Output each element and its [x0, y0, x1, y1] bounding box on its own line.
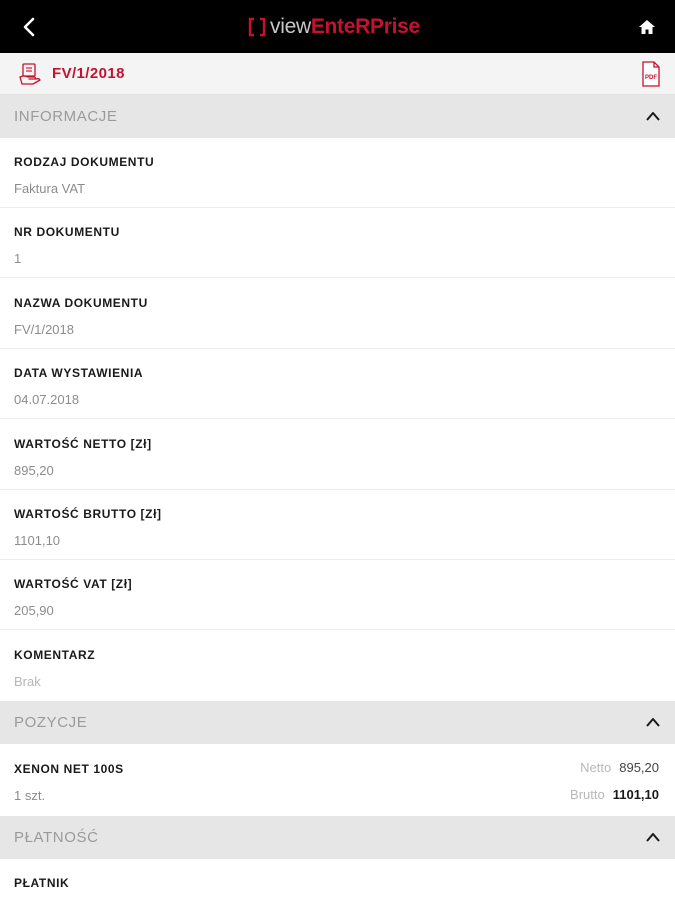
position-quantity: 1 szt. [14, 788, 46, 803]
field-label: DATA WYSTAWIENIA [14, 366, 144, 380]
back-button[interactable] [14, 12, 44, 42]
position-brutto: Brutto 1101,10 [570, 787, 659, 802]
section-pozycje-header[interactable]: POZYCJE [0, 701, 675, 744]
field-value: 1 [14, 251, 22, 266]
field-document-type: RODZAJ DOKUMENTU Faktura VAT [0, 138, 675, 208]
section-platnosc-header[interactable]: PŁATNOŚĆ [0, 816, 675, 859]
brutto-value: 1101,10 [612, 787, 659, 802]
section-title: PŁATNOŚĆ [14, 829, 99, 846]
field-gross-value: WARTOŚĆ BRUTTO [Zł] 1101,10 [0, 490, 675, 560]
document-header: FV/1/2018 PDF [0, 53, 675, 95]
document-hand-icon [19, 63, 41, 85]
svg-text:PDF: PDF [645, 75, 657, 81]
top-app-bar: view EnteRPrise [0, 0, 675, 53]
position-name: XENON NET 100S [14, 762, 124, 776]
home-icon [639, 20, 655, 34]
field-comment: KOMENTARZ Brak [0, 631, 675, 701]
field-label: WARTOŚĆ NETTO [Zł] [14, 437, 152, 451]
chevron-left-icon [23, 17, 35, 37]
netto-value: 895,20 [619, 760, 659, 775]
chevron-up-icon [646, 718, 660, 727]
field-value: 895,20 [14, 463, 54, 478]
field-payer: PŁATNIK [0, 859, 675, 900]
field-vat-value: WARTOŚĆ VAT [Zł] 205,90 [0, 560, 675, 630]
field-value: Faktura VAT [14, 181, 86, 196]
chevron-up-icon [646, 112, 660, 121]
field-label: WARTOŚĆ VAT [Zł] [14, 577, 133, 591]
field-net-value: WARTOŚĆ NETTO [Zł] 895,20 [0, 420, 675, 490]
field-label: NR DOKUMENTU [14, 225, 120, 239]
field-value: 04.07.2018 [14, 392, 80, 407]
field-value: 1101,10 [14, 533, 61, 548]
field-document-name: NAZWA DOKUMENTU FV/1/2018 [0, 279, 675, 349]
section-title: INFORMACJE [14, 108, 118, 125]
field-value: 205,90 [14, 603, 54, 618]
field-value: FV/1/2018 [14, 322, 74, 337]
field-document-number: NR DOKUMENTU 1 [0, 208, 675, 278]
field-label: PŁATNIK [14, 876, 70, 890]
logo-bracket-icon [248, 17, 266, 37]
netto-label: Netto [580, 760, 612, 775]
section-title: POZYCJE [14, 714, 88, 731]
section-informacje-header[interactable]: INFORMACJE [0, 95, 675, 138]
field-label: RODZAJ DOKUMENTU [14, 155, 155, 169]
home-button[interactable] [633, 13, 661, 41]
field-issue-date: DATA WYSTAWIENIA 04.07.2018 [0, 349, 675, 419]
field-value: Brak [14, 674, 41, 689]
field-label: KOMENTARZ [14, 648, 96, 662]
app-logo: view EnteRPrise [248, 13, 420, 41]
position-netto: Netto 895,20 [580, 760, 659, 775]
pdf-file-icon[interactable]: PDF [641, 61, 661, 87]
field-label: NAZWA DOKUMENTU [14, 296, 148, 310]
position-item[interactable]: XENON NET 100S 1 szt. Netto 895,20 Brutto… [0, 744, 675, 816]
logo-prefix: view [270, 15, 311, 38]
brutto-label: Brutto [570, 787, 605, 802]
logo-brand: EnteRPrise [310, 15, 420, 38]
document-title: FV/1/2018 [52, 65, 125, 82]
field-label: WARTOŚĆ BRUTTO [Zł] [14, 507, 162, 521]
chevron-up-icon [646, 833, 660, 842]
